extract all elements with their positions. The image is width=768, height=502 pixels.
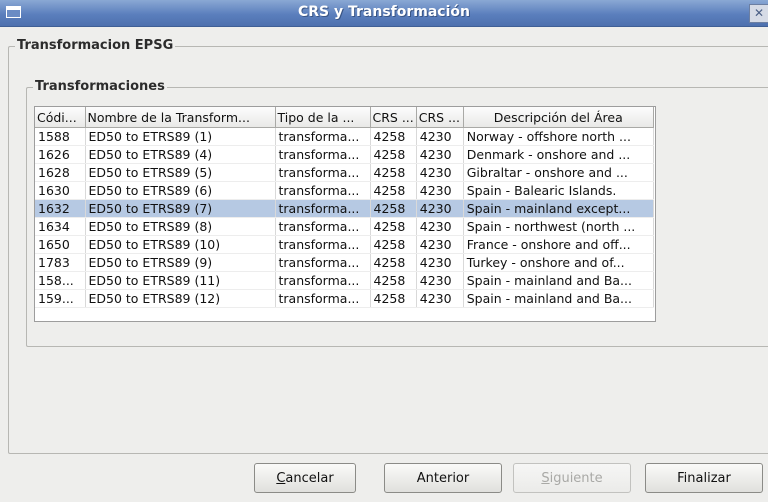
previous-button[interactable]: Anterior [384,463,502,493]
cell-descripcion: Spain - mainland except... [463,199,654,218]
cell-tipo: transforma... [275,217,371,236]
table-row[interactable]: 1588 ED50 to ETRS89 (1) transforma... 4258 4… [35,127,654,146]
column-header-codigo[interactable]: Códi... [35,107,86,128]
cell-nombre: ED50 to ETRS89 (11) [85,271,276,290]
cell-descripcion: Spain - mainland and Ba... [463,289,654,308]
next-button[interactable]: Siguiente [513,463,631,493]
cell-crs-source: 4258 [370,145,417,164]
close-button[interactable]: ✕ [749,4,768,23]
cancel-button[interactable]: Cancelar [254,463,356,493]
cell-crs-source: 4258 [370,217,417,236]
cell-crs-source: 4258 [370,163,417,182]
cell-codigo: 1634 [35,217,86,236]
previous-label: Anterior [416,470,470,486]
cell-codigo: 1632 [35,199,86,218]
cell-codigo: 1588 [35,127,86,146]
table-row[interactable]: 158... ED50 to ETRS89 (11) transforma... 42… [35,271,654,290]
close-icon: ✕ [753,6,765,20]
cell-nombre: ED50 to ETRS89 (6) [85,181,276,200]
cancel-label-rest: ancelar [285,470,334,486]
cell-crs-target: 4230 [416,289,464,308]
cell-codigo: 159... [35,289,86,308]
group-title-epsg: Transformacion EPSG [15,38,176,54]
cell-crs-source: 4258 [370,181,417,200]
cell-crs-target: 4230 [416,217,464,236]
cell-tipo: transforma... [275,289,371,308]
cell-descripcion: Spain - northwest (north ... [463,217,654,236]
cell-descripcion: France - onshore and off... [463,235,654,254]
cell-crs-target: 4230 [416,253,464,272]
column-header-crs-target[interactable]: CRS ... [416,107,464,128]
cell-codigo: 158... [35,271,86,290]
table-row[interactable]: 1626 ED50 to ETRS89 (4) transforma... 4258 4… [35,145,654,164]
cell-codigo: 1628 [35,163,86,182]
cell-codigo: 1783 [35,253,86,272]
table-row[interactable]: 1632 ED50 to ETRS89 (7) transforma... 4258 4… [35,199,654,218]
column-header-tipo[interactable]: Tipo de la ... [275,107,371,128]
cell-tipo: transforma... [275,163,371,182]
finish-label: Finalizar [677,470,731,486]
cell-codigo: 1650 [35,235,86,254]
cell-tipo: transforma... [275,145,371,164]
cell-crs-source: 4258 [370,235,417,254]
cell-crs-target: 4230 [416,235,464,254]
cell-nombre: ED50 to ETRS89 (5) [85,163,276,182]
cell-descripcion: Gibraltar - onshore and ... [463,163,654,182]
column-header-descripcion[interactable]: Descripción del Área [463,107,654,128]
cell-tipo: transforma... [275,199,371,218]
title-bar: CRS y Transformación ✕ [0,0,768,27]
group-title-transformaciones: Transformaciones [33,79,167,95]
table-row[interactable]: 1630 ED50 to ETRS89 (6) transforma... 4258 4… [35,181,654,200]
cell-descripcion: Turkey - onshore and of... [463,253,654,272]
cell-tipo: transforma... [275,253,371,272]
table-row[interactable]: 1628 ED50 to ETRS89 (5) transforma... 4258 4… [35,163,654,182]
cell-crs-target: 4230 [416,199,464,218]
table-header-row: Códi... Nombre de la Transform... Tipo d… [35,107,654,128]
cell-nombre: ED50 to ETRS89 (12) [85,289,276,308]
cell-descripcion: Norway - offshore north ... [463,127,654,146]
column-header-nombre[interactable]: Nombre de la Transform... [85,107,276,128]
cell-tipo: transforma... [275,235,371,254]
cell-nombre: ED50 to ETRS89 (9) [85,253,276,272]
cell-descripcion: Spain - mainland and Ba... [463,271,654,290]
table-row[interactable]: 1650 ED50 to ETRS89 (10) transforma... 4258… [35,235,654,254]
cell-crs-source: 4258 [370,253,417,272]
cell-tipo: transforma... [275,127,371,146]
cell-crs-source: 4258 [370,271,417,290]
table-row[interactable]: 1634 ED50 to ETRS89 (8) transforma... 4258 4… [35,217,654,236]
cell-nombre: ED50 to ETRS89 (4) [85,145,276,164]
cell-codigo: 1630 [35,181,86,200]
column-header-crs-source[interactable]: CRS ... [370,107,417,128]
next-label-mnemonic: S [541,470,550,486]
cell-nombre: ED50 to ETRS89 (1) [85,127,276,146]
cell-crs-target: 4230 [416,271,464,290]
cell-tipo: transforma... [275,271,371,290]
cell-crs-source: 4258 [370,199,417,218]
table-row[interactable]: 159... ED50 to ETRS89 (12) transforma... 42… [35,289,654,308]
cell-crs-source: 4258 [370,127,417,146]
cell-crs-target: 4230 [416,145,464,164]
cell-descripcion: Spain - Balearic Islands. [463,181,654,200]
finish-button[interactable]: Finalizar [645,463,763,493]
transformations-table-container: Códi... Nombre de la Transform... Tipo d… [34,106,656,322]
table-row[interactable]: 1783 ED50 to ETRS89 (9) transforma... 4258 4… [35,253,654,272]
cell-crs-target: 4230 [416,181,464,200]
cancel-label-mnemonic: C [276,470,286,486]
cell-codigo: 1626 [35,145,86,164]
window-title: CRS y Transformación [297,4,470,20]
cell-crs-target: 4230 [416,163,464,182]
cell-descripcion: Denmark - onshore and ... [463,145,654,164]
next-label-rest: iguiente [549,470,603,486]
cell-nombre: ED50 to ETRS89 (7) [85,199,276,218]
transformations-table: Códi... Nombre de la Transform... Tipo d… [35,107,654,308]
cell-nombre: ED50 to ETRS89 (8) [85,217,276,236]
cell-tipo: transforma... [275,181,371,200]
cell-crs-target: 4230 [416,127,464,146]
cell-nombre: ED50 to ETRS89 (10) [85,235,276,254]
cell-crs-source: 4258 [370,289,417,308]
